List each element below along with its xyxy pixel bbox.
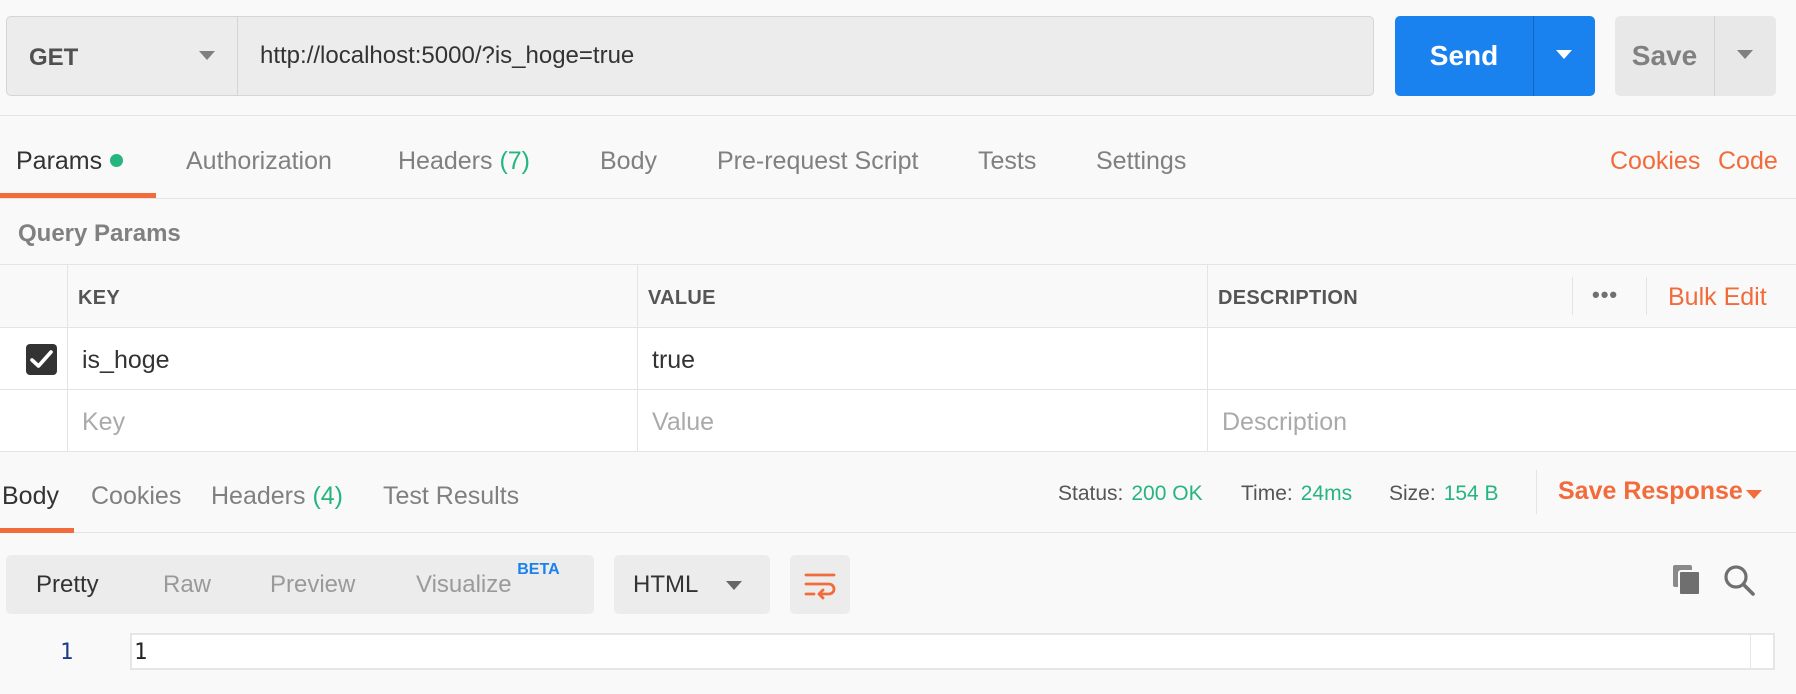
code-gutter-divider <box>1750 635 1751 668</box>
tab-body[interactable]: Body <box>600 147 657 176</box>
cookies-link[interactable]: Cookies <box>1610 147 1700 176</box>
view-mode-group: Pretty Raw Preview Visualize BETA <box>6 555 594 614</box>
request-tabs: Params Authorization Headers (7) Body Pr… <box>0 117 1796 199</box>
response-code-line[interactable]: 1 <box>130 633 1775 670</box>
wrap-lines-button[interactable] <box>790 555 850 614</box>
header-divider <box>1646 277 1647 315</box>
view-visualize-label: Visualize <box>416 571 512 598</box>
bulk-edit-link[interactable]: Bulk Edit <box>1668 283 1767 312</box>
status-value: 200 OK <box>1131 482 1203 505</box>
wrap-lines-icon <box>804 573 836 600</box>
code-line-text: 1 <box>134 640 148 665</box>
checkmark-icon <box>30 350 53 368</box>
copy-icon[interactable] <box>1671 563 1703 597</box>
response-tab-headers[interactable]: Headers (4) <box>211 482 343 511</box>
size-value: 154 B <box>1443 482 1499 505</box>
tab-params[interactable]: Params <box>16 147 124 176</box>
response-tab-underline <box>0 528 74 533</box>
format-select-label: HTML <box>633 571 699 598</box>
status-divider <box>1536 470 1537 514</box>
new-key-input[interactable]: Key <box>82 408 125 437</box>
response-tab-body[interactable]: Body <box>2 482 59 511</box>
status-label: Status: <box>1058 482 1124 505</box>
save-options-chevron-down-icon[interactable] <box>1715 16 1776 96</box>
column-key-header: KEY <box>78 287 121 309</box>
table-header-row: KEY VALUE DESCRIPTION ••• Bulk Edit <box>0 265 1796 328</box>
query-params-table: KEY VALUE DESCRIPTION ••• Bulk Edit is_h… <box>0 264 1796 452</box>
table-row-new: Key Value Description <box>0 390 1796 452</box>
response-tab-test-results[interactable]: Test Results <box>383 482 519 511</box>
view-raw-button[interactable]: Raw <box>163 571 211 599</box>
save-button-label: Save <box>1631 40 1698 71</box>
view-pretty-button[interactable]: Pretty <box>36 571 99 599</box>
send-button[interactable]: Send <box>1395 16 1595 96</box>
time-value: 24ms <box>1300 482 1353 505</box>
more-icon[interactable]: ••• <box>1592 282 1618 308</box>
tab-params-label: Params <box>16 147 103 175</box>
send-options-chevron-down-icon[interactable] <box>1534 16 1595 96</box>
tab-authorization[interactable]: Authorization <box>186 147 332 176</box>
save-response-chevron-down-icon[interactable] <box>1746 490 1762 499</box>
save-response-button[interactable]: Save Response <box>1558 477 1743 506</box>
request-bar: GET Send Save <box>0 0 1796 116</box>
response-tab-headers-label: Headers <box>211 482 306 510</box>
code-link[interactable]: Code <box>1718 147 1778 176</box>
tab-headers[interactable]: Headers (7) <box>398 147 530 176</box>
response-tab-cookies[interactable]: Cookies <box>91 482 181 511</box>
method-label: GET <box>29 44 79 71</box>
column-divider <box>67 264 68 451</box>
view-preview-button[interactable]: Preview <box>270 571 355 599</box>
time-label: Time: <box>1241 482 1293 505</box>
active-tab-underline <box>0 193 156 198</box>
chevron-down-icon <box>726 581 742 590</box>
tab-pre-request-script[interactable]: Pre-request Script <box>717 147 918 176</box>
header-divider <box>1572 277 1573 315</box>
tab-headers-label: Headers <box>398 147 493 175</box>
response-bar: Body Cookies Headers (4) Test Results St… <box>0 451 1796 533</box>
chevron-down-icon <box>199 51 215 60</box>
view-visualize-button[interactable]: Visualize BETA <box>416 561 560 599</box>
column-value-header: VALUE <box>648 287 716 309</box>
column-description-header: DESCRIPTION <box>1218 287 1358 309</box>
query-params-title: Query Params <box>18 220 181 247</box>
column-divider <box>637 264 638 451</box>
url-input[interactable] <box>260 39 1350 73</box>
size-label: Size: <box>1389 482 1436 505</box>
beta-badge: BETA <box>517 561 560 578</box>
response-tab-headers-count: (4) <box>312 482 344 510</box>
method-select[interactable]: GET <box>6 16 238 96</box>
params-active-dot-icon <box>110 153 124 167</box>
param-key-cell[interactable]: is_hoge <box>82 346 170 375</box>
table-row: is_hoge true <box>0 328 1796 390</box>
time-readout: Time: 24ms <box>1241 482 1352 506</box>
row-enabled-checkbox[interactable] <box>26 344 57 375</box>
search-icon[interactable] <box>1722 563 1756 597</box>
status-readout: Status: 200 OK <box>1058 482 1203 506</box>
send-button-label: Send <box>1429 40 1499 71</box>
url-field[interactable] <box>238 16 1374 96</box>
tab-headers-count: (7) <box>499 147 531 175</box>
save-button[interactable]: Save <box>1615 16 1776 96</box>
param-value-cell[interactable]: true <box>652 346 695 375</box>
new-value-input[interactable]: Value <box>652 408 714 437</box>
line-number: 1 <box>60 640 74 665</box>
column-divider <box>1207 264 1208 451</box>
tab-settings[interactable]: Settings <box>1096 147 1186 176</box>
tab-tests[interactable]: Tests <box>978 147 1036 176</box>
new-description-input[interactable]: Description <box>1222 408 1347 437</box>
size-readout: Size: 154 B <box>1389 482 1499 506</box>
format-select[interactable]: HTML <box>614 555 770 614</box>
